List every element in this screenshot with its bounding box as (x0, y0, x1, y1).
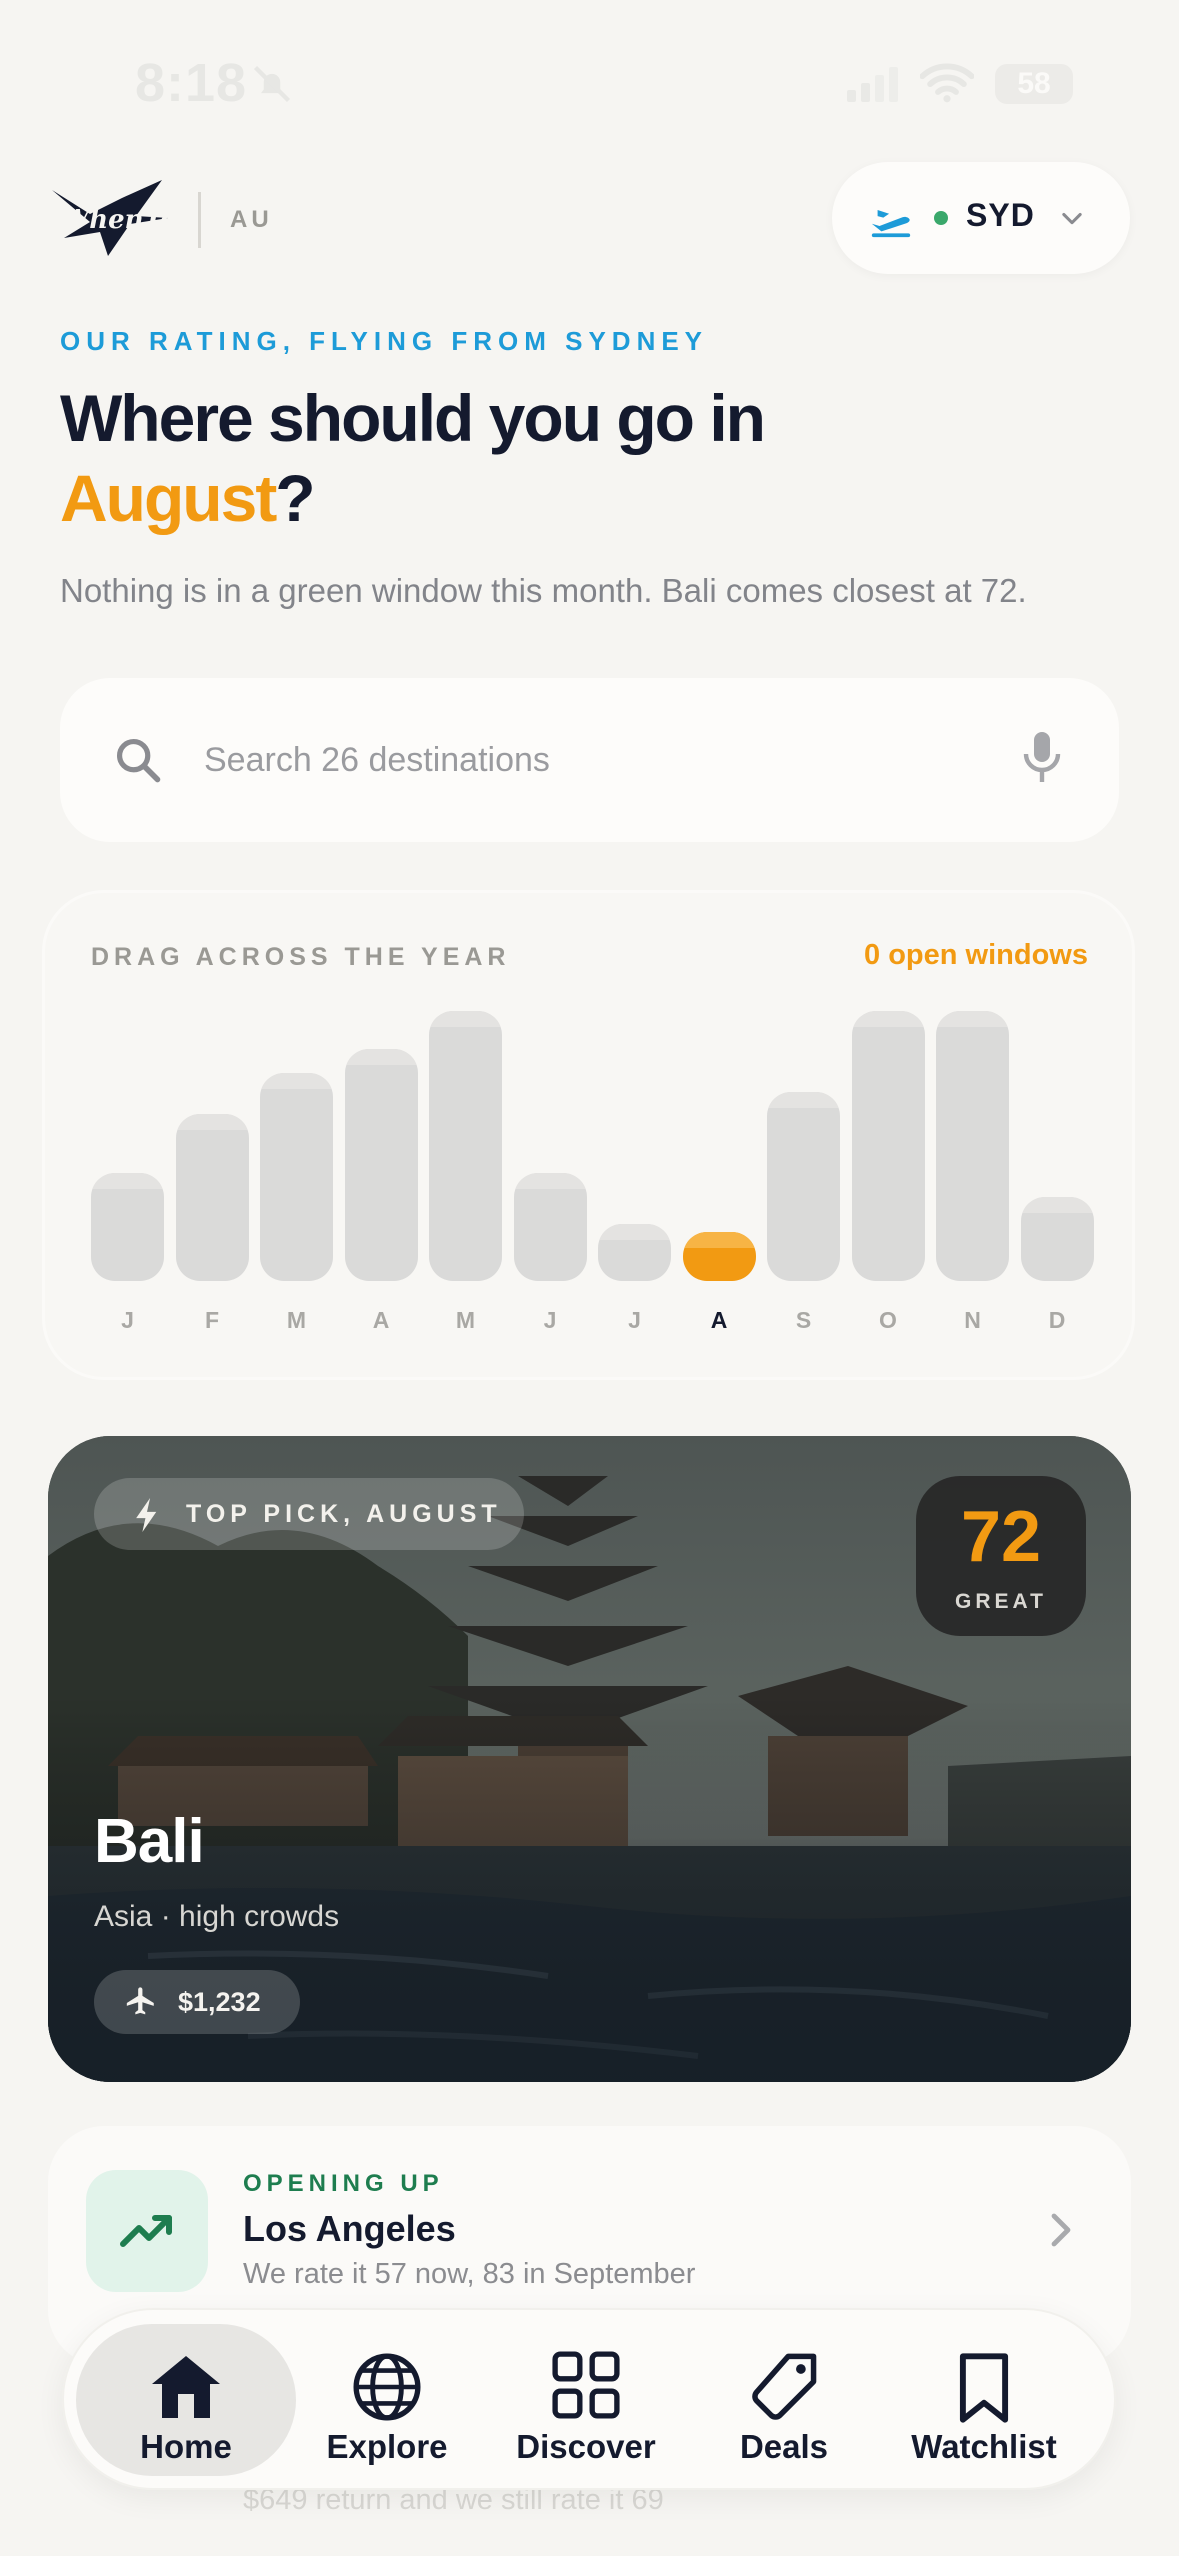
battery-icon: 58 (995, 64, 1073, 104)
nav-watchlist-label: Watchlist (911, 2428, 1057, 2465)
month-bar[interactable] (513, 1173, 587, 1281)
month-bar-cap (767, 1092, 840, 1108)
destination-meta: Asia · high crowds (94, 1900, 340, 1933)
chevron-right-icon (1044, 2210, 1076, 2255)
month-label: A (372, 1307, 390, 1333)
status-bar: 8:18 58 (0, 0, 1179, 170)
opening-up-city: Los Angeles (243, 2208, 456, 2249)
nav-discover[interactable]: Discover (486, 2324, 686, 2476)
month-label: D (1048, 1307, 1066, 1333)
trending-up-icon (119, 2208, 175, 2257)
country-code: AU (230, 206, 273, 233)
month-label: J (628, 1307, 641, 1333)
month-bar-cap (851, 1011, 925, 1027)
search-input[interactable] (204, 730, 1004, 790)
logo-divider (198, 192, 201, 248)
month-bar-cap (936, 1011, 1009, 1027)
grid-icon (551, 2350, 621, 2425)
nav-deals[interactable]: Deals (704, 2324, 864, 2476)
top-pick-card[interactable]: TOP PICK, AUGUST 72 GREAT Bali Asia · hi… (48, 1436, 1131, 2082)
plane-icon (124, 1986, 158, 2025)
airport-code: SYD (966, 197, 1035, 233)
status-time: 8:18 (135, 53, 248, 113)
hero-eyebrow: OUR RATING, FLYING FROM SYDNEY (60, 326, 709, 356)
month-bar[interactable] (1020, 1197, 1094, 1281)
month-bar[interactable] (91, 1173, 164, 1281)
month-label: M (286, 1307, 307, 1333)
month-bar-cap (682, 1232, 756, 1249)
month-bar-cap (260, 1073, 333, 1090)
month-bar-cap (513, 1173, 587, 1189)
bookmark-icon (956, 2350, 1012, 2431)
opening-up-description: We rate it 57 now, 83 in September (243, 2258, 696, 2290)
month-bar[interactable] (936, 1011, 1009, 1281)
search-icon (112, 734, 164, 791)
month-bar-cap (91, 1173, 164, 1189)
month-bar[interactable] (429, 1011, 502, 1281)
score-value: 72 (960, 1497, 1042, 1577)
nav-home[interactable]: Home (76, 2324, 296, 2476)
month-label: O (879, 1307, 897, 1333)
bell-muted-icon (250, 62, 294, 111)
flight-departure-icon (868, 198, 914, 243)
month-bar[interactable] (598, 1224, 671, 1281)
month-bar-cap (598, 1224, 671, 1241)
nav-explore-label: Explore (326, 2428, 448, 2465)
month-label: S (795, 1307, 812, 1333)
signal-icon (845, 66, 899, 107)
tag-icon (746, 2350, 822, 2431)
month-bar[interactable] (682, 1232, 756, 1281)
month-label: N (964, 1307, 981, 1333)
trend-tile (86, 2170, 208, 2292)
top-pick-label: TOP PICK, AUGUST (186, 1500, 502, 1528)
live-indicator-dot (934, 211, 948, 225)
nav-deals-label: Deals (739, 2428, 829, 2465)
svg-text:WhenToFly: WhenToFly (60, 205, 170, 235)
month-label: J (121, 1307, 134, 1333)
top-pick-badge: TOP PICK, AUGUST (94, 1478, 524, 1550)
lightning-icon (134, 1498, 160, 1537)
month-label: A (710, 1307, 728, 1333)
nav-discover-label: Discover (516, 2428, 656, 2465)
month-bar[interactable] (851, 1011, 925, 1281)
search-bar[interactable] (60, 678, 1119, 842)
month-bar-cap (175, 1113, 249, 1130)
month-bar-cap (1020, 1197, 1094, 1214)
title-prefix: Where should you go in (60, 381, 766, 455)
month-bar[interactable] (175, 1113, 249, 1281)
page-title: Where should you go in August? (60, 378, 960, 538)
month-bar[interactable] (767, 1092, 840, 1281)
score-label: GREAT (955, 1590, 1047, 1613)
microphone-icon[interactable] (1020, 728, 1064, 793)
flight-price: $1,232 (178, 1987, 261, 2017)
price-pill: $1,232 (94, 1970, 300, 2034)
month-bar[interactable] (260, 1073, 333, 1281)
nav-explore[interactable]: Explore (302, 2324, 472, 2476)
month-bar-cap (429, 1011, 502, 1027)
title-suffix: ? (275, 461, 315, 535)
hero-subtitle: Nothing is in a green window this month.… (60, 572, 1027, 609)
home-icon (146, 2350, 226, 2427)
month-label: M (455, 1307, 476, 1333)
month-picker-card[interactable]: DRAG ACROSS THE YEAR 0 open windows JFMA… (42, 890, 1135, 1380)
wifi-icon (919, 62, 975, 109)
chevron-down-icon (1058, 204, 1086, 237)
nav-watchlist[interactable]: Watchlist (884, 2324, 1084, 2476)
month-bars[interactable]: JFMAMJJASOND (45, 893, 1138, 1383)
opening-up-eyebrow: OPENING UP (243, 2170, 444, 2197)
title-month: August (60, 461, 277, 535)
month-bar-cap (344, 1048, 418, 1065)
nav-home-label: Home (140, 2428, 232, 2465)
month-label: F (204, 1307, 220, 1333)
bottom-nav: Home Explore Discover Deals Watchlist (62, 2308, 1116, 2490)
month-label: J (543, 1307, 557, 1333)
month-bar[interactable] (344, 1048, 418, 1281)
globe-icon (350, 2350, 424, 2429)
score-badge: 72 GREAT (916, 1476, 1086, 1636)
app-logo[interactable]: WhenToFly (50, 178, 223, 260)
airport-selector[interactable]: SYD (832, 162, 1130, 274)
destination-name: Bali (94, 1807, 205, 1876)
